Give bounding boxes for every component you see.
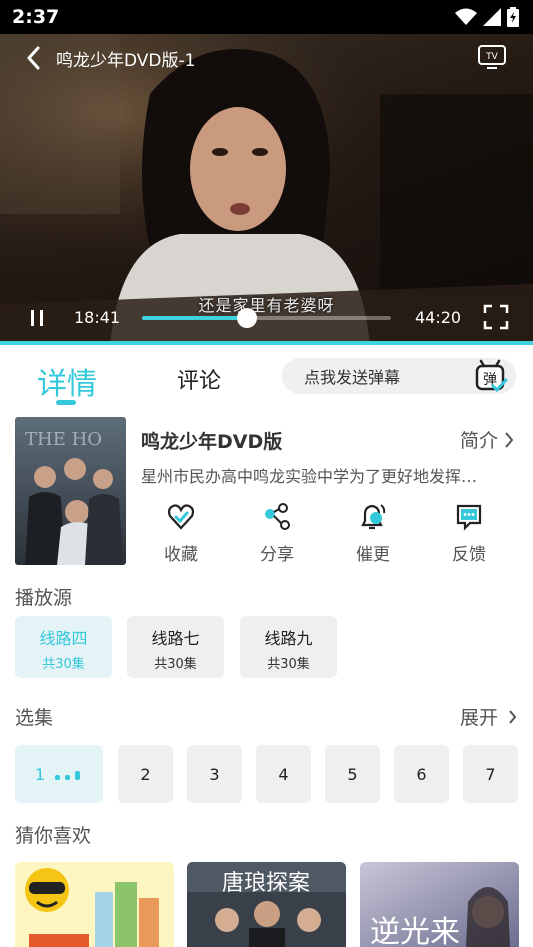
action-bar: 收藏 分享 催更 反馈 (141, 501, 527, 565)
chevron-left-icon (27, 46, 40, 70)
progress-fill (142, 316, 247, 320)
source-name: 线路九 (264, 629, 313, 648)
danmaku-placeholder: 点我发送弹幕 (304, 368, 401, 387)
svg-text:TV: TV (485, 52, 498, 62)
recommend-item[interactable] (15, 862, 174, 947)
progress-handle[interactable] (236, 308, 257, 328)
favorite-button[interactable]: 收藏 (151, 501, 211, 565)
episode-number: 7 (485, 764, 496, 784)
bell-icon (361, 504, 386, 530)
signal-icon (483, 8, 501, 26)
player-topbar: 鸣龙少年DVD版-1 (0, 34, 533, 82)
episode-number: 6 (416, 764, 427, 784)
status-time: 2:37 (12, 6, 60, 28)
action-label: 收藏 (164, 545, 198, 565)
chevron-right-icon (509, 709, 517, 724)
episode-number: 5 (347, 764, 358, 784)
episode-item[interactable]: 3 (187, 745, 242, 803)
source-item[interactable]: 线路四 共30集 (15, 616, 112, 678)
episode-number: 4 (278, 764, 289, 784)
action-label: 分享 (260, 545, 294, 565)
sources-title: 播放源 (15, 587, 73, 609)
pause-button[interactable] (27, 308, 47, 328)
recommend-poster-text: 唐琅探案 (222, 871, 310, 896)
recommend-list: 唐琅探案 逆光来 (15, 862, 519, 947)
video-title: 鸣龙少年DVD版-1 (56, 50, 196, 71)
share-icon (265, 503, 290, 530)
action-label: 催更 (356, 545, 390, 565)
episode-number: 3 (209, 764, 220, 784)
danmaku-icon[interactable]: 弹 (474, 359, 508, 393)
tab-detail-indicator (56, 400, 76, 405)
poster-text: THE HO (25, 429, 102, 450)
recommend-poster (15, 862, 174, 947)
expand-label: 展开 (459, 707, 498, 729)
source-count: 共30集 (154, 657, 197, 672)
episode-number: 1 (34, 764, 46, 784)
danmaku-input[interactable]: 点我发送弹幕 弹 (282, 358, 516, 394)
source-item[interactable]: 线路七 共30集 (127, 616, 224, 678)
recommend-item[interactable]: 逆光来 (360, 862, 519, 947)
show-info: THE HO 鸣龙少年DVD版 简介 星州市民办高中鸣龙实验中学为了更好地发挥…… (15, 417, 518, 565)
playing-icon (55, 771, 81, 780)
source-count: 共30集 (42, 657, 85, 672)
show-title: 鸣龙少年DVD版 (141, 431, 283, 453)
episode-number: 2 (140, 764, 151, 784)
fullscreen-icon[interactable] (483, 304, 509, 330)
detail-tabs: 详情 评论 点我发送弹幕 弹 (0, 345, 533, 407)
system-icons (455, 7, 519, 27)
episode-item[interactable]: 7 (463, 745, 518, 803)
episodes-title: 选集 (15, 707, 54, 729)
progress-bar[interactable] (142, 308, 391, 328)
danmaku-icon-text: 弹 (483, 372, 497, 388)
source-count: 共30集 (267, 657, 310, 672)
chevron-right-icon (505, 431, 514, 448)
tab-comments[interactable]: 评论 (177, 363, 221, 395)
episode-item[interactable]: 1 (15, 745, 103, 803)
expand-episodes-button[interactable]: 展开 (460, 703, 517, 730)
recommend-title: 猜你喜欢 (15, 825, 92, 847)
episode-item[interactable]: 4 (256, 745, 311, 803)
episode-item[interactable]: 2 (118, 745, 173, 803)
source-name: 线路七 (151, 629, 200, 648)
source-item[interactable]: 线路九 共30集 (240, 616, 337, 678)
status-bar: 2:37 (0, 0, 533, 34)
back-button[interactable] (18, 43, 48, 73)
battery-icon (507, 7, 519, 27)
action-label: 反馈 (452, 545, 486, 565)
feedback-button[interactable]: 反馈 (439, 501, 499, 565)
recommend-poster: 唐琅探案 (187, 862, 346, 947)
current-time: 18:41 (74, 308, 121, 327)
remind-update-button[interactable]: 催更 (343, 501, 403, 565)
recommend-item[interactable]: 唐琅探案 (187, 862, 346, 947)
tab-detail[interactable]: 详情 (37, 359, 97, 403)
share-button[interactable]: 分享 (247, 501, 307, 565)
video-player[interactable]: 鸣龙少年DVD版-1 TV 还是家里有老婆呀 18:41 44:20 (0, 34, 533, 345)
intro-link[interactable]: 简介 (460, 426, 514, 453)
episode-item[interactable]: 5 (325, 745, 380, 803)
wifi-icon (455, 8, 477, 25)
poster-image: THE HO (25, 429, 123, 565)
episode-item[interactable]: 6 (394, 745, 449, 803)
show-description: 星州市民办高中鸣龙实验中学为了更好地发挥… (141, 467, 478, 486)
recommend-poster: 逆光来 (360, 862, 519, 947)
tv-cast-icon[interactable]: TV (477, 44, 507, 70)
source-name: 线路四 (39, 629, 88, 648)
episode-list: 1 2 3 4 5 6 7 (15, 745, 518, 803)
feedback-icon (456, 504, 482, 531)
intro-label: 简介 (459, 430, 498, 452)
recommend-poster-text: 逆光来 (370, 915, 460, 947)
heart-icon (167, 504, 195, 530)
show-poster[interactable]: THE HO (15, 417, 126, 565)
duration: 44:20 (415, 308, 462, 327)
